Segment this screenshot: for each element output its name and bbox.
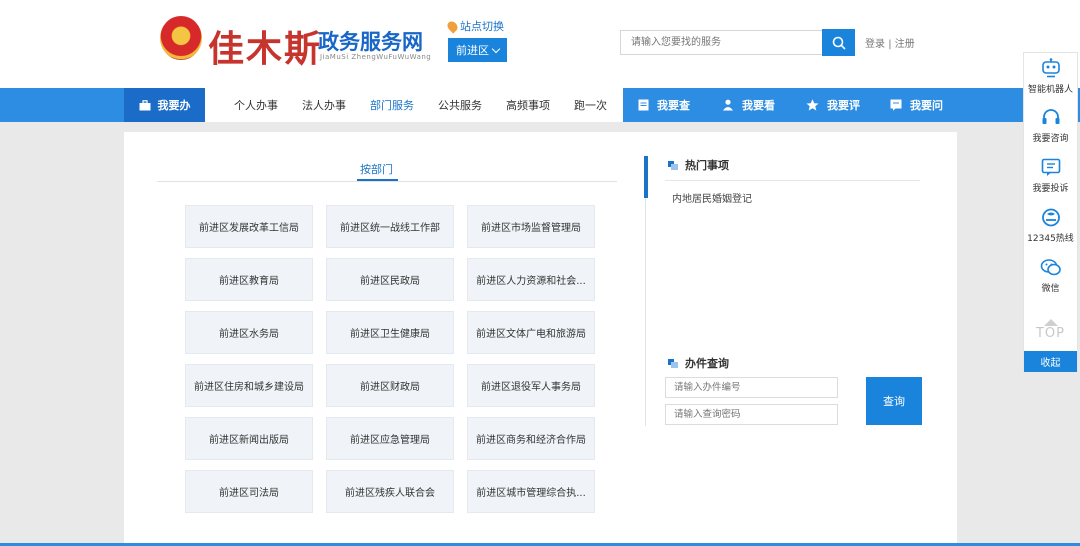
- arrow-up-icon: [1043, 319, 1058, 326]
- query-button[interactable]: 查询: [866, 377, 922, 425]
- site-switch-link[interactable]: 站点切换: [445, 18, 504, 34]
- nav-ask-button[interactable]: 我要问: [890, 97, 974, 113]
- chevron-down-icon: [491, 44, 501, 53]
- dept-button-commerce[interactable]: 前进区商务和经济合作局: [467, 417, 595, 460]
- dept-button-human-resources[interactable]: 前进区人力资源和社会...: [467, 258, 595, 301]
- wechat-icon: [1040, 259, 1061, 276]
- auth-links: 登录 | 注册: [865, 35, 915, 50]
- back-to-top-label: TOP: [1035, 326, 1065, 341]
- robot-icon: [1041, 58, 1060, 78]
- query-password-input[interactable]: [665, 404, 838, 425]
- nav-rate-button[interactable]: 我要评: [806, 97, 890, 113]
- query-heading: 办件查询: [668, 355, 729, 371]
- logo-calligraphy[interactable]: 佳木斯: [208, 20, 322, 72]
- dept-button-development-reform[interactable]: 前进区发展改革工信局: [185, 205, 313, 248]
- nav-link-high-frequency[interactable]: 高频事项: [506, 97, 550, 113]
- document-icon: [638, 99, 649, 111]
- dept-button-press-publication[interactable]: 前进区新闻出版局: [185, 417, 313, 460]
- float-wechat-label: 微信: [1041, 284, 1060, 294]
- float-complaint-label: 我要投诉: [1032, 184, 1069, 194]
- back-to-top-button[interactable]: TOP: [1023, 311, 1078, 349]
- chat-icon: [890, 99, 902, 111]
- nav-ask-label: 我要问: [910, 99, 943, 112]
- float-consult[interactable]: 我要咨询: [1023, 108, 1078, 144]
- register-link[interactable]: 注册: [895, 39, 915, 50]
- tab-by-department[interactable]: 按部门: [360, 161, 393, 177]
- search-button[interactable]: [822, 29, 855, 56]
- nav-right-menu: 我要查 我要看 我要评 我要问: [638, 88, 974, 122]
- query-title: 办件查询: [685, 357, 729, 370]
- nav-link-one-trip[interactable]: 跑一次: [574, 97, 607, 113]
- dept-button-disabled-federation[interactable]: 前进区残疾人联合会: [326, 470, 454, 513]
- nav-link-personal[interactable]: 个人办事: [234, 97, 278, 113]
- site-header: 佳木斯 政务服务网 JiaMuSi ZhengWuFuWuWang 站点切换 前…: [0, 0, 1080, 88]
- case-number-input[interactable]: [665, 377, 838, 398]
- dept-button-urban-management[interactable]: 前进区城市管理综合执...: [467, 470, 595, 513]
- site-switch-label: 站点切换: [460, 20, 504, 33]
- dept-button-education[interactable]: 前进区教育局: [185, 258, 313, 301]
- float-robot-label: 智能机器人: [1027, 85, 1073, 95]
- tab-active-underline: [357, 179, 398, 181]
- hot-items-divider: [665, 180, 920, 181]
- person-icon: [723, 99, 733, 111]
- nav-link-department[interactable]: 部门服务: [370, 97, 414, 113]
- right-column-divider: [645, 198, 646, 426]
- headset-icon: [1042, 109, 1059, 124]
- nav-main-label: 我要办: [157, 99, 191, 112]
- dept-button-veterans[interactable]: 前进区退役军人事务局: [467, 364, 595, 407]
- site-pinyin: JiaMuSi ZhengWuFuWuWang: [320, 53, 432, 61]
- dept-button-finance[interactable]: 前进区财政局: [326, 364, 454, 407]
- nav-main-tab[interactable]: 我要办: [124, 88, 205, 122]
- section-square-icon: [668, 160, 678, 170]
- dept-button-culture-tourism[interactable]: 前进区文体广电和旅游局: [467, 311, 595, 354]
- dept-button-emergency[interactable]: 前进区应急管理局: [326, 417, 454, 460]
- nav-query-button[interactable]: 我要查: [638, 97, 722, 113]
- dept-button-justice[interactable]: 前进区司法局: [185, 470, 313, 513]
- briefcase-icon: [139, 99, 150, 110]
- nav-query-label: 我要查: [657, 99, 690, 112]
- department-grid: 前进区发展改革工信局 前进区统一战线工作部 前进区市场监督管理局 前进区教育局 …: [185, 205, 595, 513]
- hot-items-heading: 热门事项: [668, 157, 729, 173]
- nav-link-legal-person[interactable]: 法人办事: [302, 97, 346, 113]
- hot-items-title: 热门事项: [685, 159, 729, 172]
- district-label: 前进区: [456, 44, 489, 57]
- national-emblem-icon: [160, 16, 202, 60]
- location-pin-icon: [445, 18, 460, 34]
- float-hotline-label: 12345热线: [1027, 234, 1074, 244]
- hot-item-link[interactable]: 内地居民婚姻登记: [672, 190, 752, 205]
- star-icon: [806, 99, 819, 111]
- tab-divider: [157, 181, 617, 182]
- nav-view-button[interactable]: 我要看: [722, 97, 806, 113]
- float-consult-label: 我要咨询: [1032, 134, 1069, 144]
- nav-link-public-service[interactable]: 公共服务: [438, 97, 482, 113]
- search-icon: [832, 36, 846, 50]
- float-wechat[interactable]: 微信: [1023, 258, 1078, 294]
- float-complaint[interactable]: 我要投诉: [1023, 158, 1078, 194]
- right-column-accent: [644, 156, 648, 198]
- collapse-button[interactable]: 收起: [1024, 351, 1077, 372]
- float-robot[interactable]: 智能机器人: [1023, 58, 1078, 95]
- nav-view-label: 我要看: [742, 99, 775, 112]
- dept-button-water-affairs[interactable]: 前进区水务局: [185, 311, 313, 354]
- dept-button-united-front[interactable]: 前进区统一战线工作部: [326, 205, 454, 248]
- dept-button-civil-affairs[interactable]: 前进区民政局: [326, 258, 454, 301]
- site-title: 政务服务网: [318, 30, 423, 54]
- complaint-icon: [1041, 158, 1060, 176]
- search-input[interactable]: [620, 30, 823, 55]
- login-link[interactable]: 登录: [865, 39, 885, 50]
- district-select[interactable]: 前进区: [448, 38, 507, 62]
- dept-button-housing[interactable]: 前进区住房和城乡建设局: [185, 364, 313, 407]
- float-hotline[interactable]: 12345热线: [1023, 208, 1078, 244]
- nav-links: 个人办事 法人办事 部门服务 公共服务 高频事项 跑一次: [205, 88, 631, 122]
- dept-button-market-supervision[interactable]: 前进区市场监督管理局: [467, 205, 595, 248]
- hotline-icon: [1041, 208, 1060, 227]
- nav-rate-label: 我要评: [827, 99, 860, 112]
- section-square-icon: [668, 358, 678, 368]
- auth-separator: |: [888, 39, 892, 50]
- dept-button-health[interactable]: 前进区卫生健康局: [326, 311, 454, 354]
